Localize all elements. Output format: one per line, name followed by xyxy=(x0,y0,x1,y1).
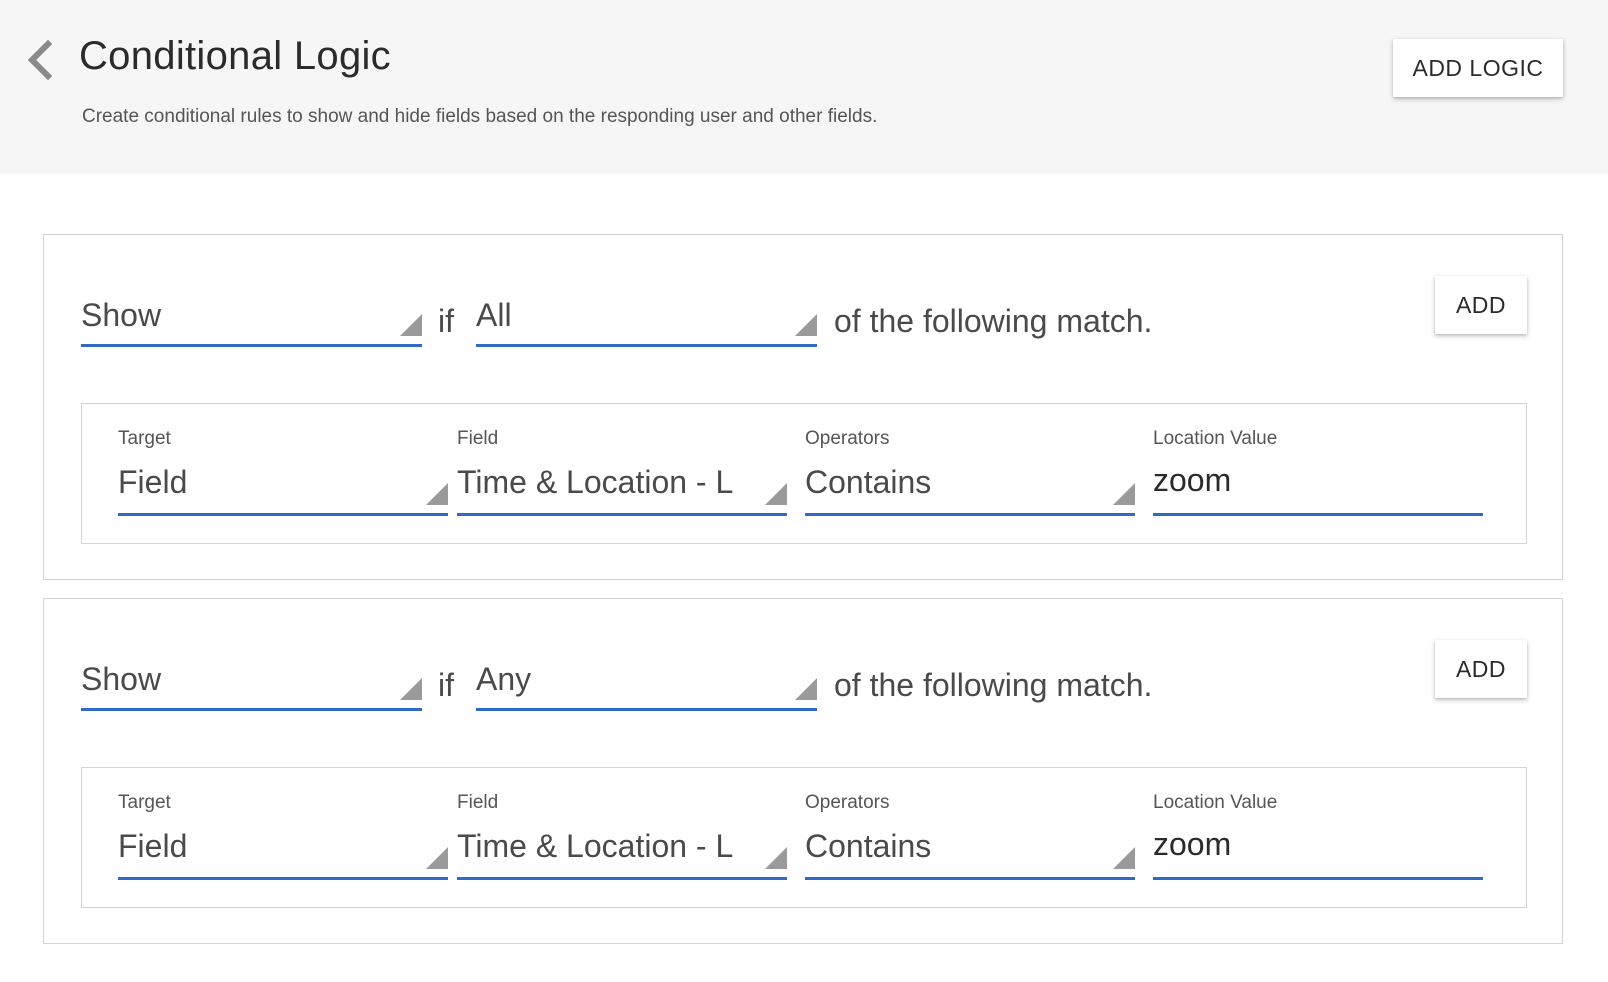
operators-label: Operators xyxy=(805,792,890,813)
field-label: Field xyxy=(457,428,499,449)
operators-select-value: Contains xyxy=(805,828,932,864)
target-select-value: Field xyxy=(118,828,188,864)
logic-rule: Show if All of the following match. ADD … xyxy=(43,234,1563,580)
target-label: Target xyxy=(118,792,171,813)
add-condition-button[interactable]: ADD xyxy=(1435,276,1527,334)
caret-corner-icon xyxy=(1113,483,1135,505)
location-value-input[interactable]: zoom xyxy=(1153,822,1483,880)
condition-row: Target Field Field Time & Location - L O… xyxy=(81,767,1527,908)
caret-corner-icon xyxy=(426,847,448,869)
location-value-text: zoom xyxy=(1153,826,1232,862)
page-title: Conditional Logic xyxy=(79,34,391,78)
field-select[interactable]: Time & Location - L xyxy=(457,822,787,880)
action-select-value: Show xyxy=(81,661,162,697)
target-select[interactable]: Field xyxy=(118,458,448,516)
target-select-value: Field xyxy=(118,464,188,500)
operators-select-value: Contains xyxy=(805,464,932,500)
location-value-text: zoom xyxy=(1153,462,1232,498)
target-select[interactable]: Field xyxy=(118,822,448,880)
caret-corner-icon xyxy=(400,678,422,700)
if-text: if xyxy=(438,667,454,703)
operators-select[interactable]: Contains xyxy=(805,458,1135,516)
match-select[interactable]: Any xyxy=(476,661,817,711)
add-condition-button[interactable]: ADD xyxy=(1435,640,1527,698)
chevron-left-icon[interactable] xyxy=(24,38,60,82)
operators-select[interactable]: Contains xyxy=(805,822,1135,880)
action-select[interactable]: Show xyxy=(81,661,422,711)
caret-corner-icon xyxy=(765,847,787,869)
page-header: Conditional Logic Create conditional rul… xyxy=(0,0,1608,174)
field-select-value: Time & Location - L xyxy=(457,828,734,864)
match-select-value: All xyxy=(476,297,512,333)
caret-corner-icon xyxy=(765,483,787,505)
field-select[interactable]: Time & Location - L xyxy=(457,458,787,516)
match-select[interactable]: All xyxy=(476,297,817,347)
page-subtitle: Create conditional rules to show and hid… xyxy=(82,106,878,127)
action-select[interactable]: Show xyxy=(81,297,422,347)
operators-label: Operators xyxy=(805,428,890,449)
action-select-value: Show xyxy=(81,297,162,333)
caret-corner-icon xyxy=(1113,847,1135,869)
target-label: Target xyxy=(118,428,171,449)
location-value-label: Location Value xyxy=(1153,792,1278,813)
logic-rule: Show if Any of the following match. ADD … xyxy=(43,598,1563,944)
field-label: Field xyxy=(457,792,499,813)
location-value-label: Location Value xyxy=(1153,428,1278,449)
following-match-text: of the following match. xyxy=(834,303,1153,339)
following-match-text: of the following match. xyxy=(834,667,1153,703)
add-logic-button[interactable]: ADD LOGIC xyxy=(1393,39,1563,97)
location-value-input[interactable]: zoom xyxy=(1153,458,1483,516)
caret-corner-icon xyxy=(426,483,448,505)
if-text: if xyxy=(438,303,454,339)
field-select-value: Time & Location - L xyxy=(457,464,734,500)
caret-corner-icon xyxy=(400,314,422,336)
caret-corner-icon xyxy=(795,314,817,336)
condition-row: Target Field Field Time & Location - L O… xyxy=(81,403,1527,544)
match-select-value: Any xyxy=(476,661,532,697)
caret-corner-icon xyxy=(795,678,817,700)
